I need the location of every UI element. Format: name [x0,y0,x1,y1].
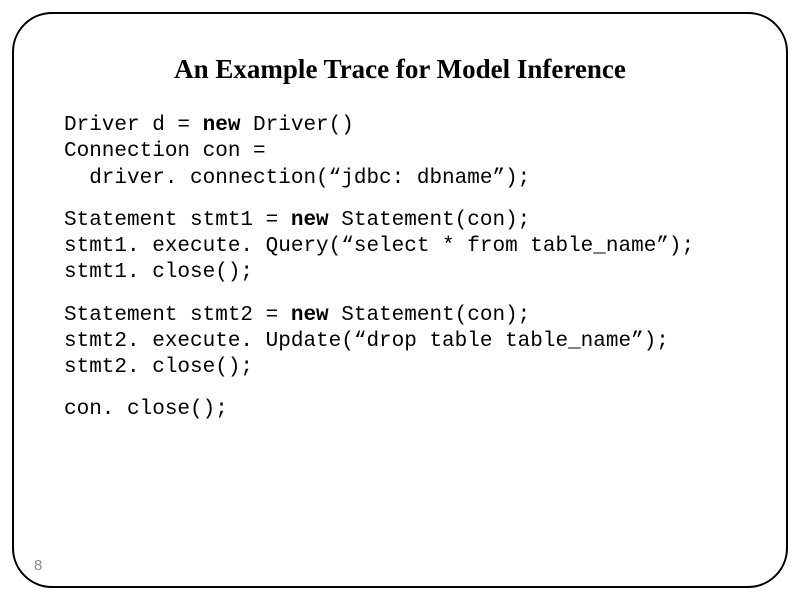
slide-frame: An Example Trace for Model Inference Dri… [12,12,788,588]
code-line-10: con. close(); [64,398,228,421]
code-line-3: driver. connection(“jdbc: dbname”); [64,167,530,190]
code-line-4: Statement stmt1 = new Statement(con); [64,209,530,232]
code-line-7: Statement stmt2 = new Statement(con); [64,304,530,327]
code-line-9: stmt2. close(); [64,356,253,379]
page-number: 8 [34,557,42,574]
slide-title: An Example Trace for Model Inference [64,54,736,85]
code-line-6: stmt1. close(); [64,261,253,284]
code-line-1: Driver d = new Driver() [64,114,354,137]
code-line-5: stmt1. execute. Query(“select * from tab… [64,235,694,258]
code-line-2: Connection con = [64,140,266,163]
code-line-8: stmt2. execute. Update(“drop table table… [64,330,669,353]
code-block: Driver d = new Driver() Connection con =… [64,113,736,424]
